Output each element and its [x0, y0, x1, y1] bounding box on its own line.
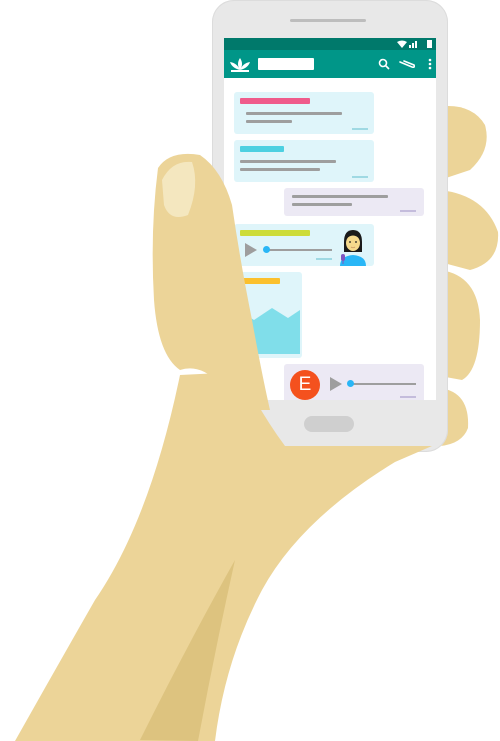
- palm-and-wrist: [15, 372, 432, 741]
- hand-front: [15, 153, 432, 741]
